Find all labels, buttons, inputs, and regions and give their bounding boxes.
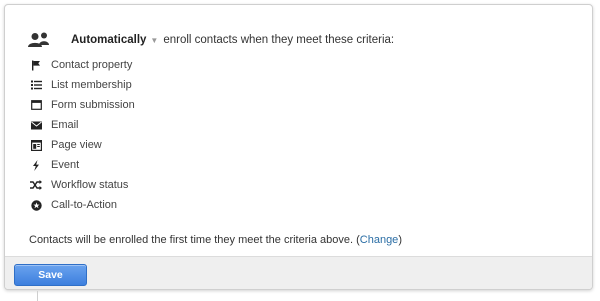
criteria-list: Contact property List membership Form su… (30, 55, 135, 215)
enrollment-mode-dropdown[interactable]: Automatically (71, 34, 146, 46)
criteria-form-submission[interactable]: Form submission (30, 95, 135, 115)
criteria-label: Workflow status (51, 179, 129, 191)
chevron-down-icon[interactable]: ▼ (150, 36, 158, 45)
criteria-page-view[interactable]: Page view (30, 135, 135, 155)
enrollment-header: Automatically ▼ enroll contacts when the… (27, 31, 394, 49)
enrollment-note-suffix: ) (398, 234, 402, 246)
criteria-workflow-status[interactable]: Workflow status (30, 175, 135, 195)
criteria-label: Form submission (51, 99, 135, 111)
criteria-label: List membership (51, 79, 132, 91)
criteria-list-membership[interactable]: List membership (30, 75, 135, 95)
criteria-event[interactable]: Event (30, 155, 135, 175)
enrollment-criteria-heading: enroll contacts when they meet these cri… (163, 34, 395, 46)
cta-circle-icon (30, 199, 42, 211)
criteria-label: Email (51, 119, 79, 131)
divider (37, 291, 38, 301)
contacts-icon (27, 32, 53, 48)
shuffle-icon (30, 179, 42, 191)
page-icon (30, 139, 42, 151)
change-link[interactable]: Change (360, 234, 399, 246)
flag-icon (30, 59, 42, 71)
criteria-contact-property[interactable]: Contact property (30, 55, 135, 75)
envelope-icon (30, 119, 42, 131)
criteria-call-to-action[interactable]: Call-to-Action (30, 195, 135, 215)
enrollment-panel: Automatically ▼ enroll contacts when the… (4, 4, 593, 290)
criteria-label: Contact property (51, 59, 133, 71)
list-icon (30, 79, 42, 91)
enrollment-note-text: Contacts will be enrolled the first time… (29, 234, 360, 246)
criteria-label: Event (51, 159, 80, 171)
lightning-icon (30, 159, 42, 171)
criteria-label: Call-to-Action (51, 199, 118, 211)
panel-footer: Save (5, 256, 592, 289)
form-icon (30, 99, 42, 111)
enrollment-note: Contacts will be enrolled the first time… (29, 234, 402, 246)
criteria-label: Page view (51, 139, 102, 151)
save-button[interactable]: Save (14, 264, 87, 286)
criteria-email[interactable]: Email (30, 115, 135, 135)
